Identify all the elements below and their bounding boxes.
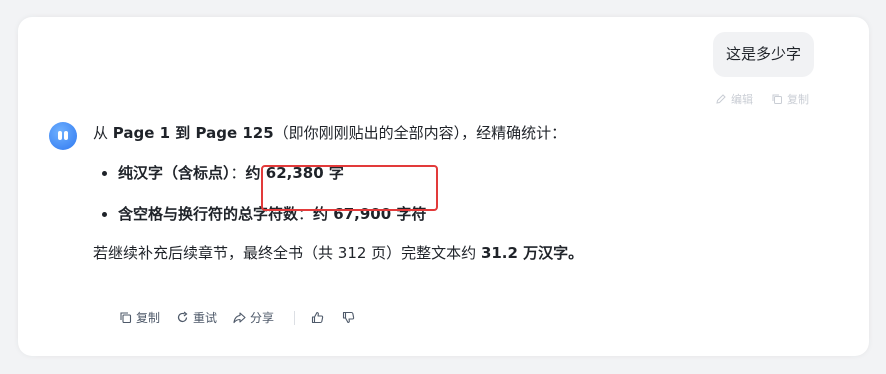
thumbs-down-icon [342, 311, 355, 324]
reply-intro: 从 Page 1 到 Page 125（即你刚刚贴出的全部内容），经精确统计： [93, 120, 583, 146]
reply-summary: 若继续补充后续章节，最终全书（共 312 页）完整文本约 31.2 万汉字。 [93, 240, 583, 266]
red-highlight-box [261, 165, 438, 211]
copy-button-label: 复制 [136, 311, 161, 325]
summary-text: 若继续补充后续章节，最终全书（共 312 页）完整文本约 [93, 244, 481, 262]
bullet-separator: ： [230, 164, 246, 182]
summary-total: 31.2 万汉字。 [480, 244, 584, 262]
edit-button[interactable]: 编辑 [715, 91, 753, 107]
copy-icon [772, 94, 782, 104]
avatar-eye-left [58, 131, 62, 140]
copy-button[interactable]: 复制 [119, 309, 160, 326]
user-message-text: 这是多少字 [725, 45, 801, 63]
toolbar-divider [294, 310, 296, 325]
chat-card: 这是多少字 编辑 复制 从 Page 1 到 Page 125（即你刚刚贴出的全… [18, 17, 869, 356]
pencil-icon [716, 94, 726, 104]
share-button[interactable]: 分享 [233, 309, 274, 326]
reply-actions-toolbar: 复制 重试 分享 [119, 309, 373, 326]
intro-page-range: Page 1 到 Page 125 [112, 124, 274, 142]
avatar-eye-right [64, 131, 68, 140]
user-message-bubble: 这是多少字 [712, 32, 814, 77]
bullet-label: 纯汉字（含标点） [118, 164, 231, 182]
share-button-label: 分享 [250, 311, 275, 325]
like-button[interactable] [311, 311, 324, 324]
thumbs-up-icon [311, 311, 324, 324]
dislike-button[interactable] [342, 311, 355, 324]
copy-label: 复制 [787, 93, 809, 106]
copy-user-message-button[interactable]: 复制 [771, 91, 809, 107]
assistant-avatar [49, 122, 77, 150]
retry-button-label: 重试 [193, 311, 218, 325]
user-message-actions: 编辑 复制 [715, 91, 809, 107]
retry-button[interactable]: 重试 [176, 309, 217, 326]
intro-text-2: （即你刚刚贴出的全部内容），经精确统计： [273, 124, 567, 142]
share-icon [233, 312, 246, 324]
copy-icon [120, 312, 132, 324]
edit-label: 编辑 [731, 93, 753, 106]
refresh-icon [177, 311, 188, 323]
intro-text-1: 从 [93, 124, 113, 142]
